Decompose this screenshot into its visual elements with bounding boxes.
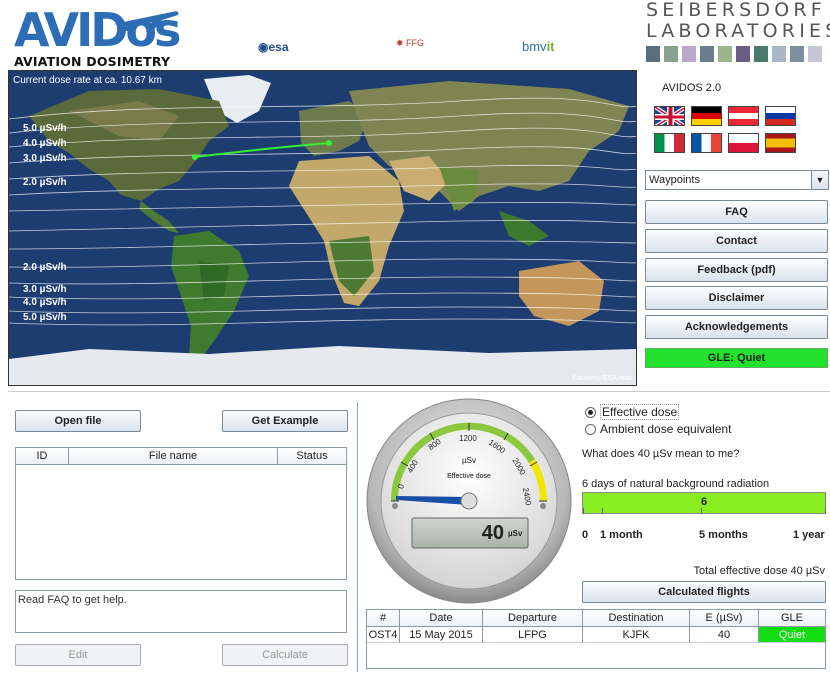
flight-dose-cell: 40 [690,627,759,643]
column-header-dose[interactable]: E (µSv) [690,610,759,626]
flight-date-cell: 15 May 2015 [400,627,483,643]
effective-dose-label: Effective dose [600,404,680,420]
french-flag-icon[interactable] [691,133,722,153]
flights-table[interactable]: # Date Departure Destination E (µSv) GLE… [366,609,826,669]
right-panel: AVIDOS 2.0 Waypoints ▼ FAQ Contact Feedb… [644,74,830,384]
feedback-button[interactable]: Feedback (pdf) [645,258,828,282]
scale-label-1-month: 1 month [600,529,643,541]
column-header-gle[interactable]: GLE [759,610,825,626]
dose-label-south-4: 4.0 µSv/h [23,297,67,308]
column-header-file-name[interactable]: File name [69,448,278,464]
antarctica-shape [9,346,636,385]
file-table-header: ID File name Status [16,448,346,465]
column-header-departure[interactable]: Departure [483,610,583,626]
gauge-value-unit: µSv [508,529,523,538]
map-courtesy: Courtesy ESA map [572,375,632,382]
column-header-number[interactable]: # [367,610,400,626]
disclaimer-button[interactable]: Disclaimer [645,286,828,310]
help-message: Read FAQ to get help. [15,590,347,633]
chevron-down-icon[interactable]: ▼ [811,171,828,189]
dose-label-north-4: 4.0 µSv/h [23,138,67,149]
panel-separator [357,402,358,672]
bar-tick [701,508,702,514]
get-example-button[interactable]: Get Example [222,410,348,432]
flights-table-header: # Date Departure Destination E (µSv) GLE [367,610,825,627]
dose-gauge: 0 400 800 1200 1600 2000 2400 µSv Effect… [364,396,574,606]
russian-flag-icon[interactable] [765,106,796,126]
dose-label-south-3: 3.0 µSv/h [23,284,67,295]
radio-unselected-icon[interactable] [585,423,596,435]
world-dose-map[interactable]: Current dose rate at ca. 10.67 km 5.0 µS… [8,70,637,386]
open-file-button[interactable]: Open file [15,410,141,432]
effective-dose-radio[interactable]: Effective dose [585,404,680,420]
total-effective-dose: Total effective dose 40 µSv [693,565,826,577]
file-panel: Open file Get Example ID File name Statu… [8,402,356,674]
map-graphic [9,71,636,385]
edit-button[interactable]: Edit [15,644,141,666]
bmvit-logo: bmvit [522,39,555,54]
app-version-title: AVIDOS 2.0 [662,82,722,94]
avidos-logo: AVIDos AVIATION DOSIMETRY [12,4,184,70]
bar-tick [825,508,826,514]
ambient-dose-label: Ambient dose equivalent [600,422,732,436]
bar-tick [583,508,584,514]
scale-label-0: 0 [582,529,589,541]
background-radiation-text: 6 days of natural background radiation [582,478,770,490]
calculate-button[interactable]: Calculate [222,644,348,666]
flight-destination-cell: KJFK [583,627,690,643]
dose-meaning-question: What does 40 µSv mean to me? [582,448,740,460]
view-select[interactable]: Waypoints ▼ [645,170,829,190]
flight-id-cell: OST4 [367,627,400,643]
austrian-flag-icon[interactable] [728,106,759,126]
ffg-logo: ✸ FFG [396,38,425,48]
scale-label-1-year: 1 year [793,529,825,541]
column-header-date[interactable]: Date [400,610,483,626]
scale-label-5-months: 5 months [699,529,748,541]
column-header-id[interactable]: ID [16,448,69,464]
table-row[interactable]: OST4 15 May 2015 LFPG KJFK 40 Quiet [367,627,825,643]
column-header-status[interactable]: Status [278,448,346,464]
background-radiation-value: 6 [700,496,708,508]
italian-flag-icon[interactable] [654,133,685,153]
language-flags [654,106,796,153]
logo-subtitle: AVIATION DOSIMETRY [14,54,171,69]
destination-marker [192,154,198,160]
ambient-dose-radio[interactable]: Ambient dose equivalent [585,422,731,436]
divider [8,391,830,392]
calculated-flights-button[interactable]: Calculated flights [582,581,826,603]
english-flag-icon[interactable] [654,106,685,126]
departure-marker [326,140,332,146]
contact-button[interactable]: Contact [645,229,828,253]
dose-label-south-2: 2.0 µSv/h [23,262,67,273]
spanish-flag-icon[interactable] [765,133,796,153]
dose-label-north-3: 3.0 µSv/h [23,153,67,164]
gle-status-badge: GLE: Quiet [645,348,828,368]
bar-tick [602,508,603,514]
airplane-icon [114,11,179,32]
gauge-label: Effective dose [447,473,491,480]
background-radiation-bar: 6 [582,492,826,514]
logo-color-bars [646,46,826,62]
flight-departure-cell: LFPG [483,627,583,643]
faq-button[interactable]: FAQ [645,200,828,224]
view-select-value: Waypoints [649,174,700,186]
polish-flag-icon[interactable] [728,133,759,153]
gauge-unit: µSv [462,456,476,465]
dose-label-south-5: 5.0 µSv/h [23,312,67,323]
column-header-destination[interactable]: Destination [583,610,690,626]
file-table[interactable]: ID File name Status [15,447,347,580]
radio-selected-icon[interactable] [585,406,596,418]
esa-logo: ◉esa [258,40,289,54]
flight-gle-cell: Quiet [759,627,825,643]
dose-label-north-5: 5.0 µSv/h [23,123,67,134]
seibersdorf-logo: SEIBERSDORF LABORATORIES [646,0,830,62]
german-flag-icon[interactable] [691,106,722,126]
gauge-dial [366,398,572,604]
map-caption: Current dose rate at ca. 10.67 km [13,75,162,86]
gauge-tick-label-1200: 1200 [459,434,477,443]
acknowledgements-button[interactable]: Acknowledgements [645,315,828,339]
dose-label-north-2: 2.0 µSv/h [23,177,67,188]
